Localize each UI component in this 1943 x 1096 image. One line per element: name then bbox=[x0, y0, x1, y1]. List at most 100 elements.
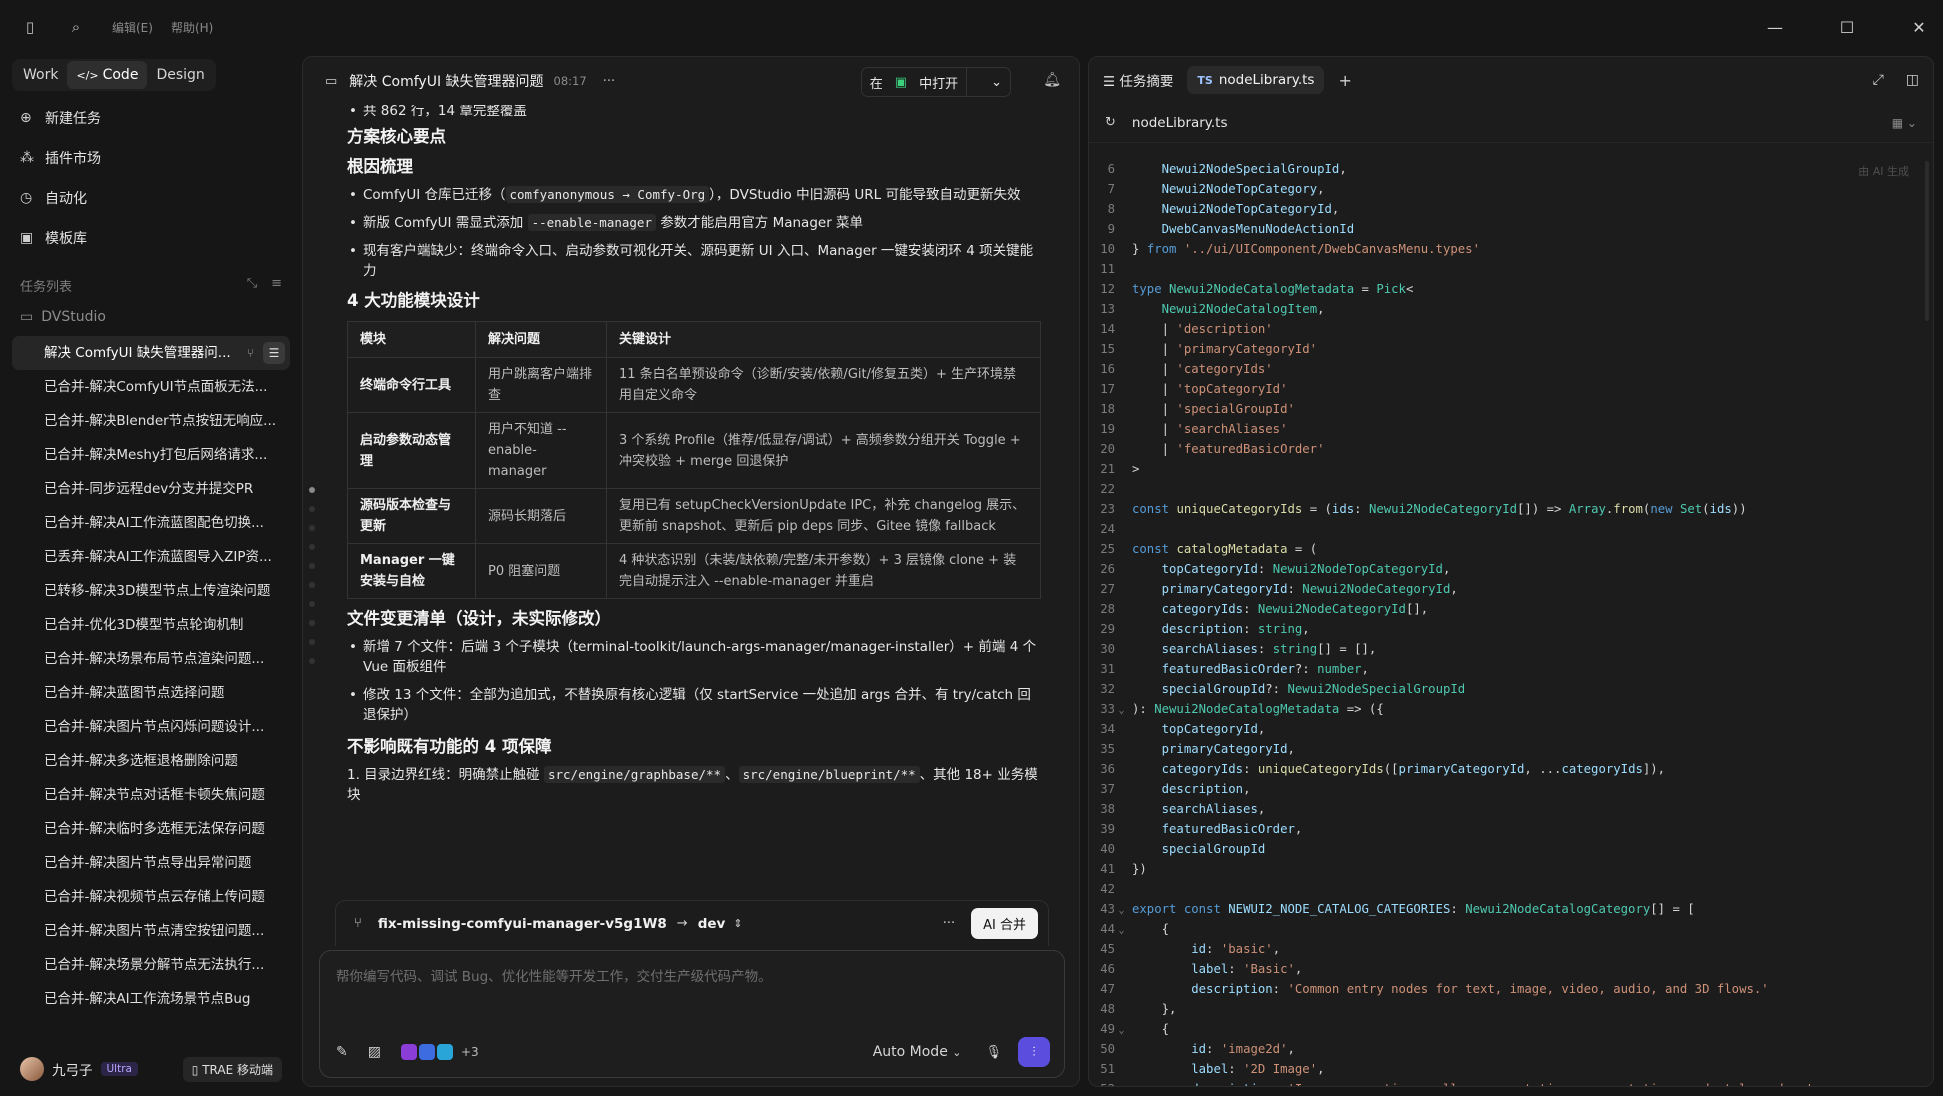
mode-work[interactable]: Work bbox=[14, 61, 67, 89]
tab-task-summary[interactable]: ☰ 任务摘要 bbox=[1103, 70, 1173, 90]
fold-chevron-icon[interactable]: ⌄ bbox=[1115, 1021, 1128, 1041]
scroll-indicator[interactable] bbox=[309, 487, 317, 677]
more-icon[interactable]: ··· bbox=[603, 74, 615, 89]
open-in-button[interactable]: 在 ▣ 中打开 ⌄ bbox=[860, 67, 1011, 97]
file-bullet: 新增 7 个文件：后端 3 个子模块（terminal-toolkit/laun… bbox=[347, 637, 1043, 677]
task-item[interactable]: 已合并-解决多选框退格删除问题 bbox=[12, 744, 290, 778]
task-item[interactable]: 已合并-解决AI工作流蓝图配色切换... bbox=[12, 506, 290, 540]
fold-chevron-icon[interactable]: ⌄ bbox=[1115, 921, 1128, 941]
editor-panel: ☰ 任务摘要 TS nodeLibrary.ts + ⤢ ◫ ↻ nodeLibra… bbox=[1088, 56, 1934, 1087]
edit-icon[interactable]: ✎ bbox=[336, 1044, 348, 1060]
task-item[interactable]: 已合并-同步远程dev分支并提交PR bbox=[12, 472, 290, 506]
avatar[interactable] bbox=[20, 1057, 44, 1081]
scroll-dot[interactable] bbox=[309, 525, 315, 531]
branch-name[interactable]: fix-missing-comfyui-manager-v5g1W8 bbox=[378, 916, 667, 932]
table-cell-problem: 用户跳离客户端排查 bbox=[475, 357, 607, 413]
code-text: }) bbox=[1132, 862, 1147, 876]
ai-merge-button[interactable]: AI 合并 bbox=[971, 908, 1038, 939]
mode-design[interactable]: Design bbox=[147, 61, 213, 89]
target-branch[interactable]: dev bbox=[698, 916, 726, 932]
chevron-down-icon[interactable]: ⌄ bbox=[983, 75, 1010, 90]
fold-chevron-icon[interactable]: ⌄ bbox=[1115, 701, 1128, 721]
table-cell-design: 4 种状态识别（未装/缺依赖/完整/未开参数）+ 3 层镜像 clone + 装… bbox=[606, 543, 1041, 599]
scroll-dot[interactable] bbox=[309, 582, 315, 588]
add-tab-icon[interactable]: + bbox=[1338, 71, 1351, 90]
code-view[interactable]: 6 Newui2NodeSpecialGroupId, 7 Newui2NodeT… bbox=[1089, 159, 1933, 1086]
menu-help[interactable]: 帮助(H) bbox=[171, 19, 213, 36]
scrollbar[interactable] bbox=[1925, 161, 1929, 321]
menu-edit[interactable]: 编辑(E) bbox=[112, 19, 153, 36]
project-folder[interactable]: ▭ DVStudio bbox=[20, 309, 106, 325]
task-item[interactable]: 已合并-解决图片节点闪烁问题设计... bbox=[12, 710, 290, 744]
scroll-dot[interactable] bbox=[309, 658, 315, 664]
mobile-app-button[interactable]: ▯ TRAE 移动端 bbox=[182, 1056, 282, 1082]
filter-icon[interactable]: ≡ bbox=[271, 276, 282, 291]
expand-icon[interactable]: ⤢ bbox=[1873, 72, 1884, 88]
chat-input[interactable]: 帮你编写代码、调试 Bug、优化性能等开发工作，交付生产级代码产物。 ✎ ▨ +… bbox=[319, 950, 1065, 1078]
microphone-icon[interactable]: 🎙︎ bbox=[985, 1045, 1002, 1060]
split-panel-icon[interactable]: ◫ bbox=[1906, 72, 1919, 88]
collapse-icon[interactable]: ⤡ bbox=[247, 276, 257, 291]
nav-new-task-label: 新建任务 bbox=[45, 111, 101, 127]
task-item[interactable]: 已合并-解决Meshy打包后网络请求... bbox=[12, 438, 290, 472]
task-item[interactable]: 已合并-解决Blender节点按钮无响应... bbox=[12, 404, 290, 438]
task-item[interactable]: 已合并-解决图片节点导出异常问题 bbox=[12, 846, 290, 880]
task-item[interactable]: 已合并-解决节点对话框卡顿失焦问题 bbox=[12, 778, 290, 812]
nav-new-task[interactable]: ⊕ 新建任务 bbox=[20, 106, 101, 130]
task-detail-icon[interactable]: ☰ bbox=[263, 342, 285, 364]
scroll-dot[interactable] bbox=[309, 544, 315, 550]
minimize-icon[interactable]: — bbox=[1751, 0, 1799, 54]
task-list-header: 任务列表 ⤡ ≡ bbox=[20, 276, 282, 295]
line-number: 25 bbox=[1100, 542, 1115, 556]
code-text: topCategoryId, bbox=[1161, 722, 1266, 736]
sidebar-toggle-icon[interactable]: ▯ bbox=[20, 17, 40, 37]
code-line: 31 featuredBasicOrder?: number, bbox=[1089, 659, 1933, 679]
tab-node-library[interactable]: TS nodeLibrary.ts bbox=[1187, 66, 1325, 94]
scroll-dot[interactable] bbox=[309, 487, 315, 493]
task-item[interactable]: 已合并-解决视频节点云存储上传问题 bbox=[12, 880, 290, 914]
task-label: 已合并-解决AI工作流蓝图配色切换... bbox=[44, 515, 264, 531]
task-item[interactable]: 已合并-优化3D模型节点轮询机制 bbox=[12, 608, 290, 642]
task-item[interactable]: 已丢弃-解决AI工作流蓝图导入ZIP资... bbox=[12, 540, 290, 574]
image-icon[interactable]: ▨ bbox=[368, 1044, 381, 1060]
nav-automation[interactable]: ◷ 自动化 bbox=[20, 186, 87, 210]
chat-panel: ▭ 解决 ComfyUI 缺失管理器问题 08:17 ··· 在 ▣ 中打开 ⌄… bbox=[302, 56, 1080, 1087]
file-header: ↻ nodeLibrary.ts ▦ ⌄ bbox=[1089, 103, 1933, 143]
view-options-icon[interactable]: ▦ ⌄ bbox=[1892, 116, 1917, 130]
user-bar: 九弓子 Ultra ▯ TRAE 移动端 bbox=[20, 1054, 282, 1084]
scroll-dot[interactable] bbox=[309, 639, 315, 645]
task-item[interactable]: 已合并-解决临时多选框无法保存问题 bbox=[12, 812, 290, 846]
task-item[interactable]: 已合并-解决AI工作流场景节点Bug bbox=[12, 982, 290, 1016]
scroll-dot[interactable] bbox=[309, 506, 315, 512]
task-item[interactable]: 已合并-解决图片节点清空按钮问题... bbox=[12, 914, 290, 948]
mode-selector[interactable]: Auto Mode ⌄ bbox=[873, 1044, 962, 1060]
task-item[interactable]: 解决 ComfyUI 缺失管理器问... ⑂ ☰ bbox=[12, 336, 290, 370]
more-icon[interactable]: ··· bbox=[943, 916, 955, 931]
task-label: 已合并-解决Meshy打包后网络请求... bbox=[44, 447, 268, 463]
nav-templates[interactable]: ▣ 模板库 bbox=[20, 226, 87, 250]
refresh-icon[interactable]: ↻ bbox=[1105, 115, 1116, 130]
nav-plugin-market[interactable]: ⁂ 插件市场 bbox=[20, 146, 101, 170]
task-item[interactable]: 已合并-解决场景分解节点无法执行... bbox=[12, 948, 290, 982]
scroll-dot[interactable] bbox=[309, 620, 315, 626]
chat-time: 08:17 bbox=[553, 74, 587, 88]
connected-apps[interactable] bbox=[400, 1044, 455, 1060]
scroll-dot[interactable] bbox=[309, 563, 315, 569]
code-line: 41}) bbox=[1089, 859, 1933, 879]
close-icon[interactable]: ✕ bbox=[1895, 0, 1943, 54]
chevron-updown-icon[interactable]: ⇕ bbox=[733, 917, 742, 930]
bell-icon[interactable]: 🔔︎ bbox=[1043, 72, 1061, 88]
mode-code[interactable]: </> Code bbox=[67, 61, 148, 89]
task-item[interactable]: 已合并-解决蓝图节点选择问题 bbox=[12, 676, 290, 710]
fold-chevron-icon[interactable]: ⌄ bbox=[1115, 901, 1128, 921]
task-item[interactable]: 已合并-解决场景布局节点渲染问题... bbox=[12, 642, 290, 676]
code-line: 30 searchAliases: string[] = [], bbox=[1089, 639, 1933, 659]
extra-app-count: +3 bbox=[460, 1045, 479, 1059]
nav-templates-label: 模板库 bbox=[45, 231, 87, 247]
task-item[interactable]: 已转移-解决3D模型节点上传渲染问题 bbox=[12, 574, 290, 608]
task-item[interactable]: 已合并-解决ComfyUI节点面板无法... bbox=[12, 370, 290, 404]
voice-send-button[interactable]: ⫶ bbox=[1018, 1037, 1050, 1067]
search-icon[interactable]: ⌕ bbox=[66, 17, 86, 37]
scroll-dot[interactable] bbox=[309, 601, 315, 607]
maximize-icon[interactable]: ☐ bbox=[1823, 0, 1871, 54]
